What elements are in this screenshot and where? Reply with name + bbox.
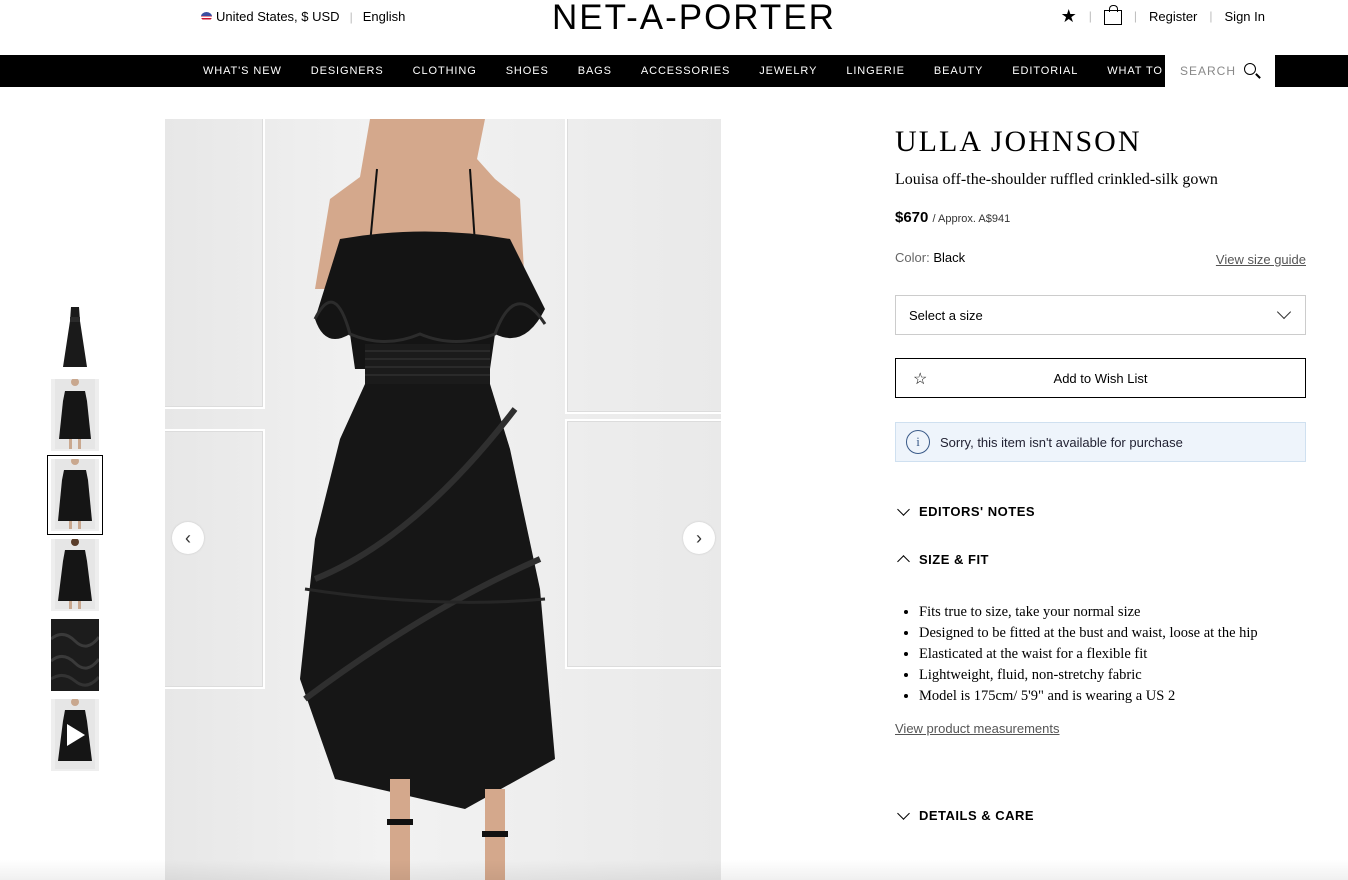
editors-notes-toggle[interactable]: EDITORS' NOTES [895,502,1306,519]
list-item: Lightweight, fluid, non-stretchy fabric [919,665,1295,686]
product-info: ULLA JOHNSON Louisa off-the-shoulder ruf… [895,119,1306,823]
bottom-shadow [0,860,1348,880]
main-nav: WHAT'S NEW DESIGNERS CLOTHING SHOES BAGS… [0,55,1348,87]
thumbnail-3[interactable] [47,455,103,535]
thumbnail-5[interactable] [51,619,99,691]
divider: | [349,9,353,24]
dress-image [63,307,87,367]
shopping-bag-icon[interactable] [1103,4,1122,25]
next-image-button[interactable]: › [683,522,715,554]
add-to-wishlist-button[interactable]: ☆ Add to Wish List [895,358,1306,398]
divider: | [1088,9,1092,23]
nav-item-designers[interactable]: DESIGNERS [311,65,384,77]
unavailable-notice: i Sorry, this item isn't available for p… [895,422,1306,462]
product-name: Louisa off-the-shoulder ruffled crinkled… [895,171,1218,188]
size-fit-heading[interactable]: SIZE & FIT [919,552,989,567]
chevron-down-icon [897,806,910,820]
nav-item-beauty[interactable]: BEAUTY [934,65,983,77]
dress-image [55,379,95,449]
site-logo[interactable]: NET-A-PORTER [552,0,836,38]
dress-image [55,459,95,529]
locale-label[interactable]: United States, $ USD [216,9,340,24]
nav-item-editorial[interactable]: EDITORIAL [1012,65,1078,77]
approx-price: / Approx. A$941 [932,213,1011,225]
search-icon[interactable] [1244,63,1257,75]
size-fit-list: Fits true to size, take your normal size… [895,602,1295,707]
nav-item-shoes[interactable]: SHOES [506,65,549,77]
wishlist-star-icon[interactable]: ★ [1061,7,1077,25]
star-outline-icon: ☆ [913,371,928,388]
nav-item-lingerie[interactable]: LINGERIE [846,65,905,77]
info-icon: i [906,430,930,454]
size-fit-toggle[interactable]: SIZE & FIT [895,552,1306,568]
top-bar: United States, $ USD | English NET-A-POR… [0,0,1348,55]
price-value: $670 [895,209,929,226]
locale-selector[interactable]: United States, $ USD | English [201,9,405,24]
thumbnail-1[interactable] [51,299,99,371]
thumbnail-strip [47,299,103,779]
size-guide-link[interactable]: View size guide [1216,252,1306,267]
search-box[interactable]: SEARCH [1165,55,1275,87]
search-label[interactable]: SEARCH [1180,64,1236,78]
play-icon[interactable] [67,724,85,746]
color-label: Color: [895,250,930,265]
product-measurements-link[interactable]: View product measurements [895,721,1060,736]
us-flag-icon [201,12,212,21]
dress-image [55,539,95,609]
register-link[interactable]: Register [1149,9,1197,24]
fabric-detail-image [51,619,99,691]
list-item: Elasticated at the waist for a flexible … [919,644,1295,665]
chevron-up-icon [897,555,910,568]
chevron-down-icon [1276,304,1292,320]
wishlist-button-label: Add to Wish List [1053,370,1148,386]
thumbnail-4[interactable] [51,539,99,611]
sign-in-link[interactable]: Sign In [1225,9,1265,24]
thumbnail-2[interactable] [51,379,99,451]
chevron-down-icon [897,502,910,516]
main-product-image: ‹ › [165,119,721,880]
list-item: Model is 175cm/ 5'9" and is wearing a US… [919,686,1295,707]
divider: | [1133,9,1137,23]
size-select[interactable]: Select a size [895,295,1306,335]
details-care-toggle[interactable]: DETAILS & CARE [895,806,1306,823]
previous-image-button[interactable]: ‹ [172,522,204,554]
product-price: $670 / Approx. A$941 [895,209,1306,226]
notice-text: Sorry, this item isn't available for pur… [940,434,1183,450]
nav-item-accessories[interactable]: ACCESSORIES [641,65,730,77]
chevron-left-icon: ‹ [185,527,191,548]
language-selector[interactable]: English [363,9,406,24]
size-select-placeholder[interactable]: Select a size [909,308,983,323]
color-value: Black [933,250,966,265]
chevron-right-icon: › [696,527,702,548]
nav-item-bags[interactable]: BAGS [578,65,612,77]
color-row: Color: Black View size guide [895,250,1306,267]
thumbnail-6-video[interactable] [51,699,99,771]
account-bar: ★ | | Register | Sign In [1061,4,1265,25]
editors-notes-heading[interactable]: EDITORS' NOTES [919,504,1035,519]
nav-item-whats-new[interactable]: WHAT'S NEW [203,65,282,77]
designer-name[interactable]: ULLA JOHNSON [895,125,1306,159]
nav-item-clothing[interactable]: CLOTHING [413,65,477,77]
nav-item-jewelry[interactable]: JEWELRY [759,65,817,77]
details-care-heading[interactable]: DETAILS & CARE [919,808,1034,823]
divider: | [1209,9,1213,23]
list-item: Fits true to size, take your normal size [919,602,1295,623]
list-item: Designed to be fitted at the bust and wa… [919,623,1295,644]
model-in-dress-image [300,119,555,880]
